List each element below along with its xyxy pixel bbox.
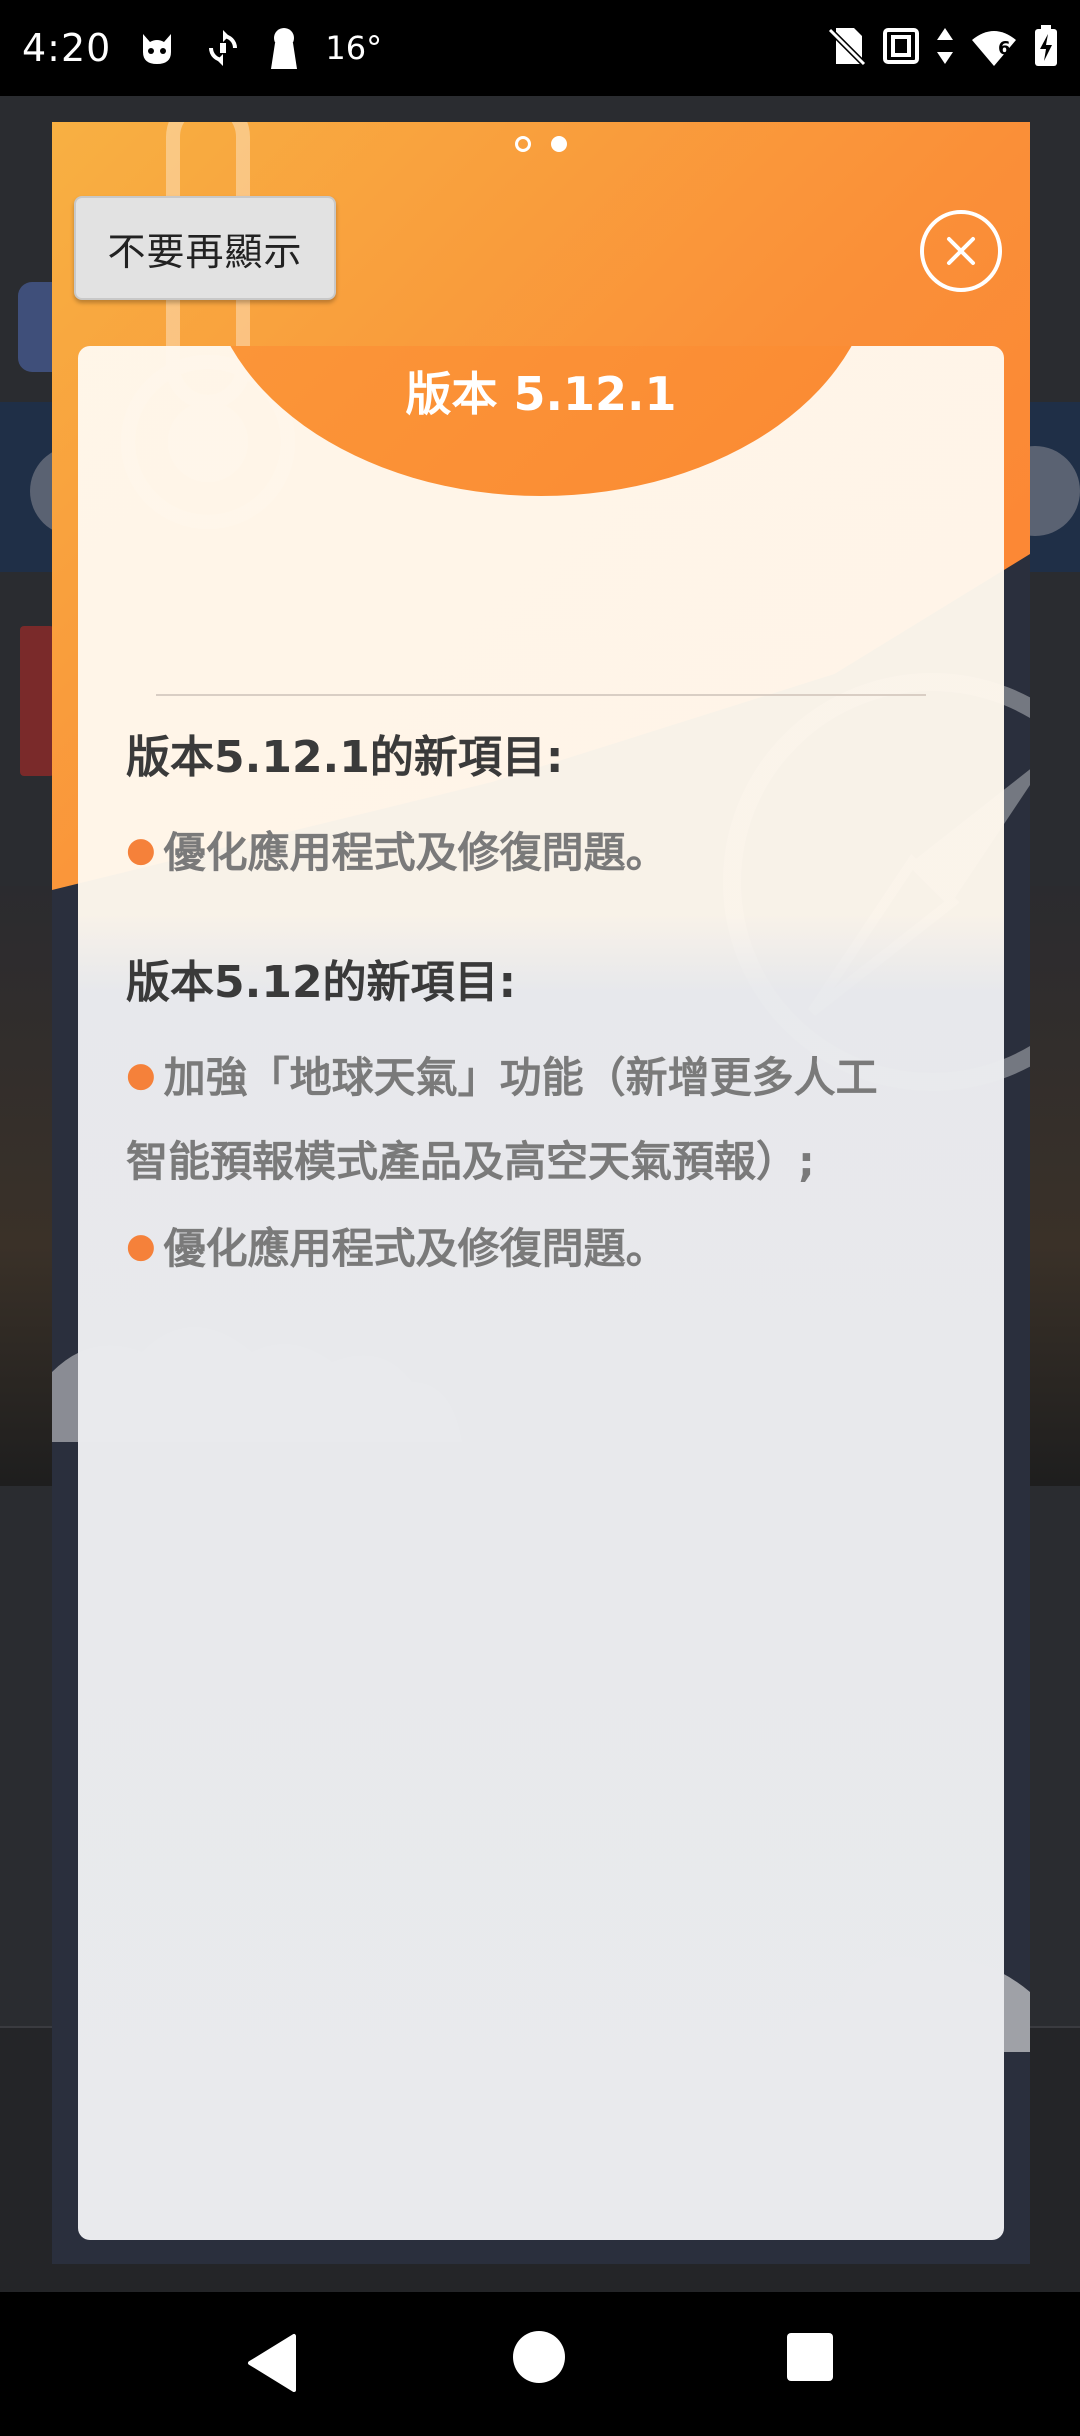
recents-icon: [787, 2333, 833, 2381]
pager-dots: [52, 136, 1030, 152]
release-notes-card[interactable]: 版本 5.12.1 版本5.12.1的新項目: ● 優化應用程式及修復問題。 版本…: [78, 346, 1004, 2240]
sync-icon: [203, 28, 243, 68]
note-text: 加強「地球天氣」功能（新增更多人工: [163, 1053, 878, 1102]
bullet: ●: [126, 1226, 156, 1266]
bullet: ●: [126, 830, 156, 870]
whats-new-dialog: 版本 5.12.1 版本5.12.1的新項目: ● 優化應用程式及修復問題。 版本…: [52, 122, 1030, 2264]
home-button[interactable]: [512, 2330, 566, 2388]
divider: [156, 694, 926, 696]
close-circle-icon: [920, 210, 1002, 292]
pager-dot-active[interactable]: [551, 136, 567, 152]
no-sim-icon: [827, 26, 867, 70]
note-text: 優化應用程式及修復問題。: [163, 1224, 668, 1273]
bullet: ●: [126, 1055, 156, 1095]
cat-icon: [137, 28, 177, 68]
home-icon: [513, 2331, 565, 2383]
keyhole-icon: [269, 27, 299, 69]
signal-label: 6: [998, 38, 1011, 59]
back-icon: [248, 2334, 296, 2392]
section-heading: 版本5.12的新項目:: [126, 957, 517, 1008]
status-bar: 4:20 16° 6: [0, 0, 1080, 96]
back-button[interactable]: [244, 2332, 300, 2398]
pager-dot[interactable]: [515, 136, 531, 152]
release-notes: 版本5.12.1的新項目: ● 優化應用程式及修復問題。 版本5.12的新項目: …: [126, 726, 976, 1291]
status-temperature: 16°: [325, 29, 383, 67]
wifi-icon: 6: [970, 28, 1018, 68]
status-time: 4:20: [22, 26, 112, 70]
background-flame: [20, 626, 54, 776]
note-text: 智能預報模式產品及高空天氣預報）;: [126, 1137, 815, 1186]
note-item: ● 優化應用程式及修復問題。: [126, 808, 976, 895]
section-heading: 版本5.12.1的新項目:: [126, 732, 564, 783]
close-button[interactable]: [918, 208, 1004, 294]
nfc-icon: [882, 27, 920, 69]
note-text: 優化應用程式及修復問題。: [163, 828, 668, 877]
note-item: ● 加強「地球天氣」功能（新增更多人工: [126, 1033, 976, 1120]
note-item: ● 優化應用程式及修復問題。: [126, 1204, 976, 1291]
navigation-bar: [0, 2292, 1080, 2436]
note-item-continued: 智能預報模式產品及高空天氣預報）;: [126, 1120, 976, 1204]
battery-charging-icon: [1034, 25, 1058, 71]
dont-show-again-button[interactable]: 不要再顯示: [74, 196, 336, 300]
version-title: 版本 5.12.1: [405, 367, 677, 421]
recents-button[interactable]: [786, 2332, 834, 2386]
data-arrows-icon: [936, 26, 954, 70]
